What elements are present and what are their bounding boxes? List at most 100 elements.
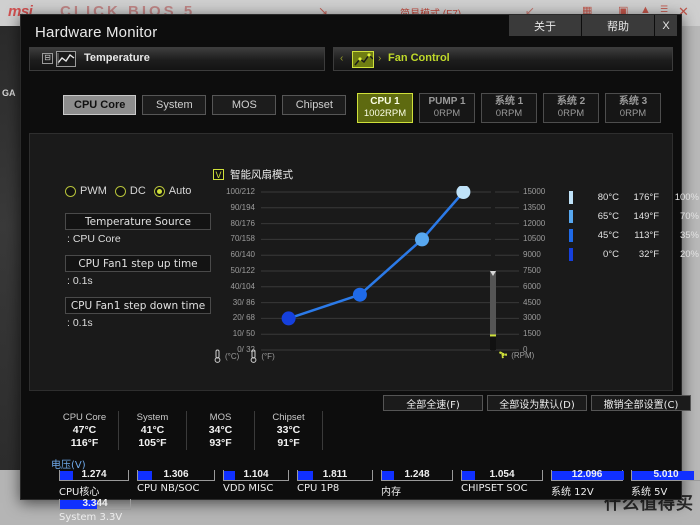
- fan-curve-plot[interactable]: 100/212 90/194 80/176 70/158 60/140 50/122 40/…: [213, 186, 553, 364]
- fan-tab-rpm: 0RPM: [433, 108, 461, 119]
- fan-curve-point-0[interactable]: [281, 311, 296, 326]
- voltage-item: 3.344 System 3.3V: [59, 498, 131, 523]
- fan-tab-pump1[interactable]: PUMP 1 0RPM: [419, 93, 475, 123]
- fan-tab-rpm: 0RPM: [557, 108, 585, 119]
- revoke-all-button[interactable]: 撤销全部设置(C): [591, 395, 691, 411]
- temp-celsius: 34°C: [208, 424, 233, 436]
- tab-cpu-core[interactable]: CPU Core: [63, 95, 137, 115]
- fan-control-panel-label: Fan Control: [388, 52, 450, 64]
- voltage-value: 1.274: [81, 469, 107, 480]
- voltage-label: CPU NB/SOC: [137, 483, 200, 494]
- fan-tab-system3[interactable]: 系统 3 0RPM: [605, 93, 661, 123]
- right-tick-label: 10500: [523, 234, 546, 244]
- voltage-item: 1.306 CPU NB/SOC: [137, 469, 215, 494]
- right-tick-label: 3000: [523, 313, 541, 323]
- temp-fahrenheit: 91°F: [277, 437, 300, 449]
- chevron-left-icon[interactable]: ‹: [340, 53, 343, 64]
- temperature-summary: CPU Core 47°C 116°F System 41°C 105°F MO…: [51, 411, 323, 450]
- temp-name: System: [136, 412, 169, 423]
- right-tick-label: 6000: [523, 281, 541, 291]
- right-tick-label: 7500: [523, 266, 541, 275]
- rpm-footer: (RPM): [497, 349, 534, 360]
- fan-tab-name: PUMP 1: [428, 96, 466, 107]
- help-button[interactable]: 帮助: [582, 15, 654, 36]
- temperature-source-button[interactable]: Temperature Source: [65, 213, 211, 230]
- voltage-bar: 1.248: [381, 469, 453, 481]
- fan-curve-point-2[interactable]: [415, 232, 429, 247]
- temp-fahrenheit: 105°F: [138, 437, 167, 449]
- legend-row: 0°C 32°F 20%: [569, 245, 699, 264]
- fan-tab-rpm: 0RPM: [495, 108, 523, 119]
- all-full-speed-button[interactable]: 全部全速(F): [383, 395, 483, 411]
- close-button[interactable]: X: [655, 15, 677, 36]
- thermometer-fahrenheit-icon: [250, 349, 257, 363]
- bios-left-strip: [0, 26, 22, 525]
- fan-tab-name: 系统 3: [618, 96, 648, 107]
- fan-mode-radio-group: PWM DC Auto: [65, 185, 211, 197]
- all-default-button[interactable]: 全部设为默认(D): [487, 395, 587, 411]
- fan-tab-system2[interactable]: 系统 2 0RPM: [543, 93, 599, 123]
- voltage-item: 5.010 系统 5V: [631, 469, 700, 498]
- voltage-label: CHIPSET SOC: [461, 483, 528, 494]
- fan-tab-strip: CPU 1 1002RPM PUMP 1 0RPM 系统 1 0RPM 系统 2…: [357, 93, 661, 123]
- fan-control-panel-header[interactable]: ‹ › Fan Control: [333, 47, 673, 71]
- fan-curve-svg[interactable]: [213, 186, 553, 364]
- fan-tab-rpm: 0RPM: [619, 108, 647, 119]
- expand-icon[interactable]: ⊟: [42, 53, 53, 64]
- tab-system[interactable]: System: [142, 95, 207, 115]
- fan-curve-chart: V 智能风扇模式 100/212 90/194 80/176 70/158 60/140…: [213, 167, 553, 382]
- fan-curve-point-1[interactable]: [352, 287, 367, 302]
- y-tick-label: 90/194: [230, 202, 255, 212]
- step-down-time-button[interactable]: CPU Fan1 step down time: [65, 297, 211, 314]
- right-tick-label: 4500: [523, 297, 541, 307]
- fan-icon: [499, 351, 508, 359]
- step-up-time-button[interactable]: CPU Fan1 step up time: [65, 255, 211, 272]
- radio-dc[interactable]: [114, 185, 126, 197]
- legend-percent: 100%: [674, 192, 699, 203]
- legend-percent: 35%: [679, 230, 699, 241]
- voltage-value: 1.248: [404, 469, 430, 480]
- radio-auto[interactable]: [153, 185, 165, 197]
- y-tick-label: 100/212: [226, 187, 255, 196]
- radio-pwm-label: PWM: [80, 185, 107, 197]
- voltage-bar: 5.010: [631, 469, 700, 481]
- tab-mos[interactable]: MOS: [212, 95, 277, 115]
- legend-swatch: [569, 229, 573, 242]
- fan-control-icon: [352, 51, 374, 68]
- about-button[interactable]: 关于: [509, 15, 581, 36]
- rpm-unit-label: (RPM): [511, 351, 535, 360]
- step-down-time-value: : 0.1s: [67, 317, 93, 329]
- voltage-value: 1.811: [322, 469, 348, 480]
- temp-celsius: 33°C: [276, 424, 301, 436]
- voltage-label: CPU 1P8: [297, 483, 340, 494]
- right-tick-label: 1500: [523, 329, 541, 339]
- legend-swatch: [569, 191, 573, 204]
- fahrenheit-unit-label: (°F): [261, 351, 275, 361]
- window-top-buttons: 关于 帮助 X: [509, 15, 677, 36]
- voltage-bar: 1.104: [223, 469, 289, 481]
- fan-tab-name: 系统 1: [494, 96, 524, 107]
- right-tick-label: 9000: [523, 250, 541, 260]
- fan-curve-legend: 80°C 176°F 100% 65°C 149°F 70% 45°C 113°…: [569, 188, 699, 264]
- radio-pwm[interactable]: [65, 185, 76, 197]
- smart-fan-mode-row[interactable]: V 智能风扇模式: [213, 167, 553, 182]
- fan-tab-system1[interactable]: 系统 1 0RPM: [481, 93, 537, 123]
- temperature-graph-icon: [56, 51, 76, 67]
- action-buttons: 全部全速(F) 全部设为默认(D) 撤销全部设置(C): [383, 395, 691, 411]
- fan-tab-cpu1[interactable]: CPU 1 1002RPM: [357, 93, 413, 123]
- smart-fan-mode-checkbox[interactable]: V: [213, 169, 224, 180]
- voltage-item: 1.104 VDD MISC: [223, 469, 289, 494]
- y-tick-label: 40/104: [230, 281, 255, 291]
- tab-chipset[interactable]: Chipset: [282, 95, 347, 115]
- legend-fahrenheit: 113°F: [634, 230, 659, 241]
- voltage-item: 1.274 CPU核心: [59, 469, 129, 498]
- panel-headers: ⊟ Temperature ‹ › Fan Control: [29, 47, 673, 71]
- temp-cell-mos: MOS 34°C 93°F: [187, 411, 255, 450]
- temperature-panel-label: Temperature: [84, 52, 150, 64]
- voltage-label: VDD MISC: [223, 483, 274, 494]
- chevron-right-icon[interactable]: ›: [378, 53, 381, 64]
- voltage-label: System 3.3V: [59, 512, 123, 523]
- temperature-panel-header[interactable]: ⊟ Temperature: [29, 47, 325, 71]
- voltage-row-1: 1.274 CPU核心 1.306 CPU NB/SOC 1.104 VDD MISC 1.…: [51, 469, 700, 498]
- voltage-value: 1.104: [243, 469, 269, 480]
